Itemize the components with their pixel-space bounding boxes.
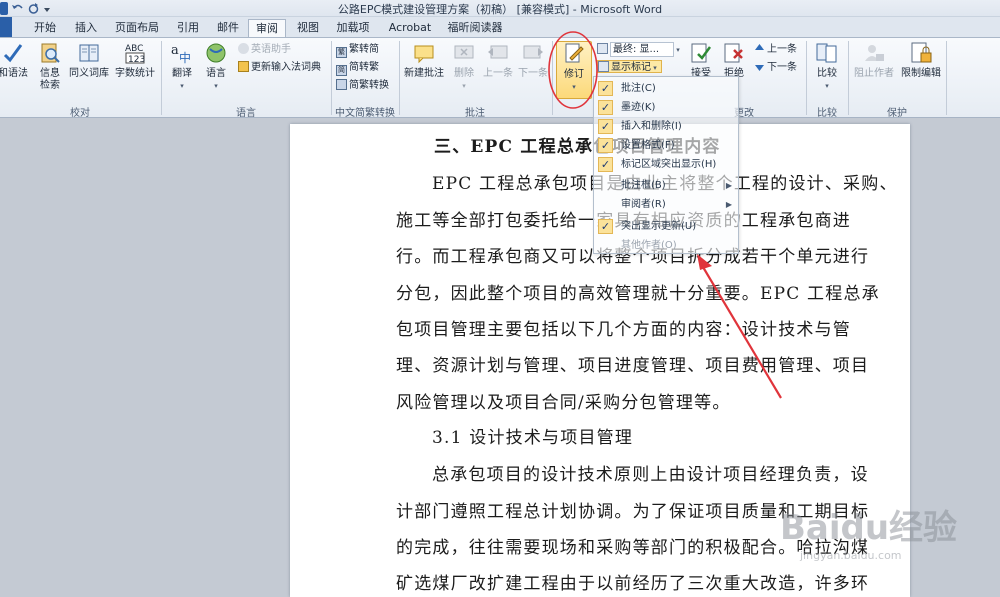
baidu-watermark: Baidu经验 jingyan.baidu.com [780, 508, 958, 562]
annotation-arrow-line [699, 261, 782, 399]
annotation-circle [548, 31, 598, 109]
annotation-arrowhead [697, 254, 712, 270]
